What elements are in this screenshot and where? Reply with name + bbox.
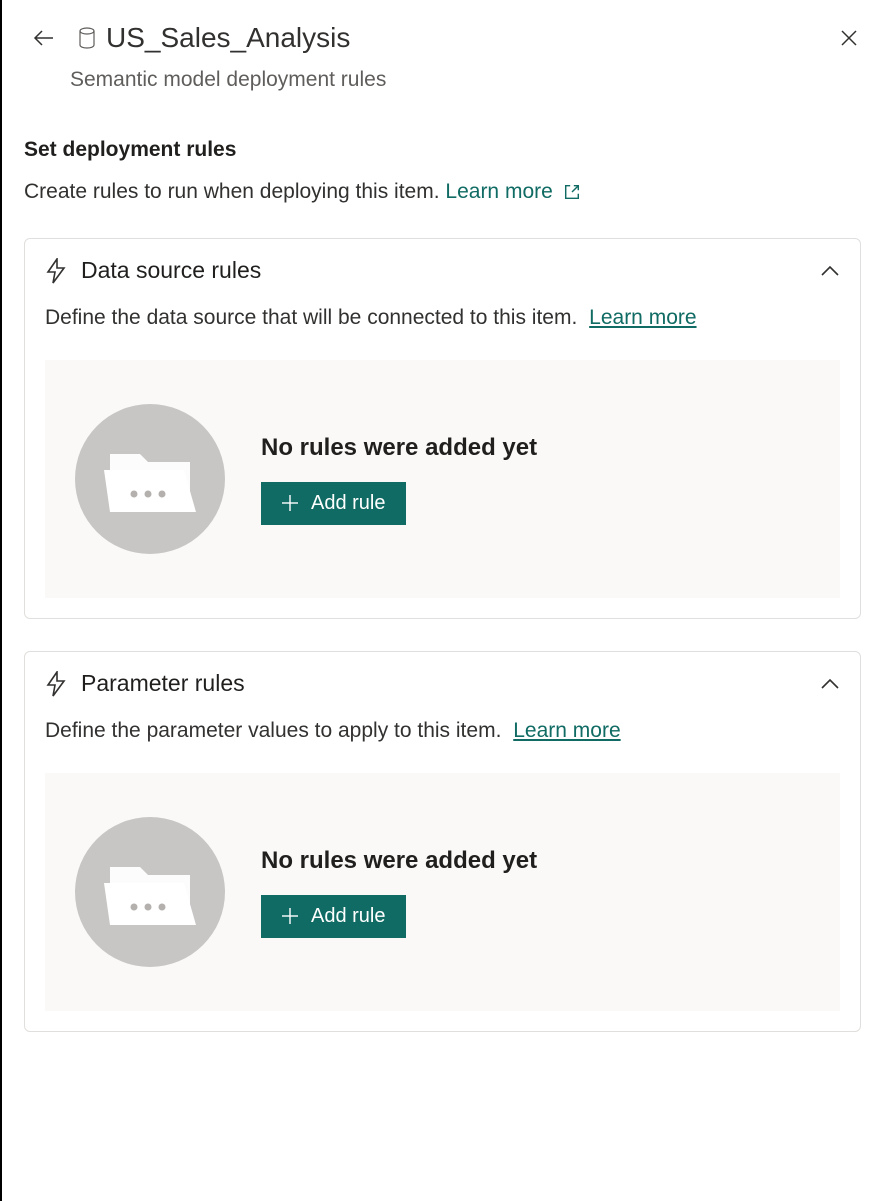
empty-state-content: No rules were added yet Add rule bbox=[261, 434, 537, 525]
chevron-up-icon bbox=[820, 265, 840, 277]
collapse-toggle[interactable] bbox=[820, 265, 840, 277]
section-intro: Set deployment rules Create rules to run… bbox=[2, 92, 881, 206]
lightning-icon bbox=[45, 671, 67, 697]
empty-state: No rules were added yet Add rule bbox=[45, 360, 840, 598]
card-header[interactable]: Data source rules bbox=[45, 257, 840, 284]
page-subtitle: Semantic model deployment rules bbox=[2, 54, 881, 92]
card-header[interactable]: Parameter rules bbox=[45, 670, 840, 697]
chevron-up-icon bbox=[820, 678, 840, 690]
database-icon bbox=[78, 27, 96, 49]
section-heading: Set deployment rules bbox=[24, 138, 859, 162]
arrow-left-icon bbox=[32, 26, 56, 50]
page-title: US_Sales_Analysis bbox=[106, 22, 350, 54]
card-description: Define the parameter values to apply to … bbox=[45, 719, 501, 742]
empty-state-illustration bbox=[75, 404, 225, 554]
card-title: Data source rules bbox=[81, 257, 806, 284]
learn-more-label: Learn more bbox=[445, 180, 552, 203]
title-block: US_Sales_Analysis bbox=[78, 22, 817, 54]
collapse-toggle[interactable] bbox=[820, 678, 840, 690]
close-button[interactable] bbox=[839, 28, 859, 48]
card-description-row: Define the parameter values to apply to … bbox=[45, 719, 840, 743]
card-description: Define the data source that will be conn… bbox=[45, 306, 577, 329]
add-rule-label: Add rule bbox=[311, 492, 386, 515]
section-description: Create rules to run when deploying this … bbox=[24, 180, 440, 203]
section-description-row: Create rules to run when deploying this … bbox=[24, 178, 859, 206]
add-rule-label: Add rule bbox=[311, 905, 386, 928]
empty-state-illustration bbox=[75, 817, 225, 967]
card-description-row: Define the data source that will be conn… bbox=[45, 306, 840, 330]
learn-more-link[interactable]: Learn more bbox=[589, 306, 696, 329]
card-data-source-rules: Data source rules Define the data source… bbox=[24, 238, 861, 619]
empty-state-content: No rules were added yet Add rule bbox=[261, 847, 537, 938]
plus-icon bbox=[281, 494, 299, 512]
card-title: Parameter rules bbox=[81, 670, 806, 697]
card-parameter-rules: Parameter rules Define the parameter val… bbox=[24, 651, 861, 1032]
close-icon bbox=[840, 29, 858, 47]
plus-icon bbox=[281, 907, 299, 925]
empty-state: No rules were added yet Add rule bbox=[45, 773, 840, 1011]
learn-more-link[interactable]: Learn more bbox=[513, 719, 620, 742]
folder-open-icon bbox=[100, 853, 200, 931]
add-rule-button[interactable]: Add rule bbox=[261, 482, 406, 525]
learn-more-link[interactable]: Learn more bbox=[445, 180, 580, 203]
external-link-icon bbox=[563, 183, 581, 201]
folder-open-icon bbox=[100, 440, 200, 518]
empty-state-title: No rules were added yet bbox=[261, 847, 537, 875]
empty-state-title: No rules were added yet bbox=[261, 434, 537, 462]
header: US_Sales_Analysis bbox=[2, 0, 881, 54]
add-rule-button[interactable]: Add rule bbox=[261, 895, 406, 938]
lightning-icon bbox=[45, 258, 67, 284]
back-button[interactable] bbox=[32, 26, 56, 50]
